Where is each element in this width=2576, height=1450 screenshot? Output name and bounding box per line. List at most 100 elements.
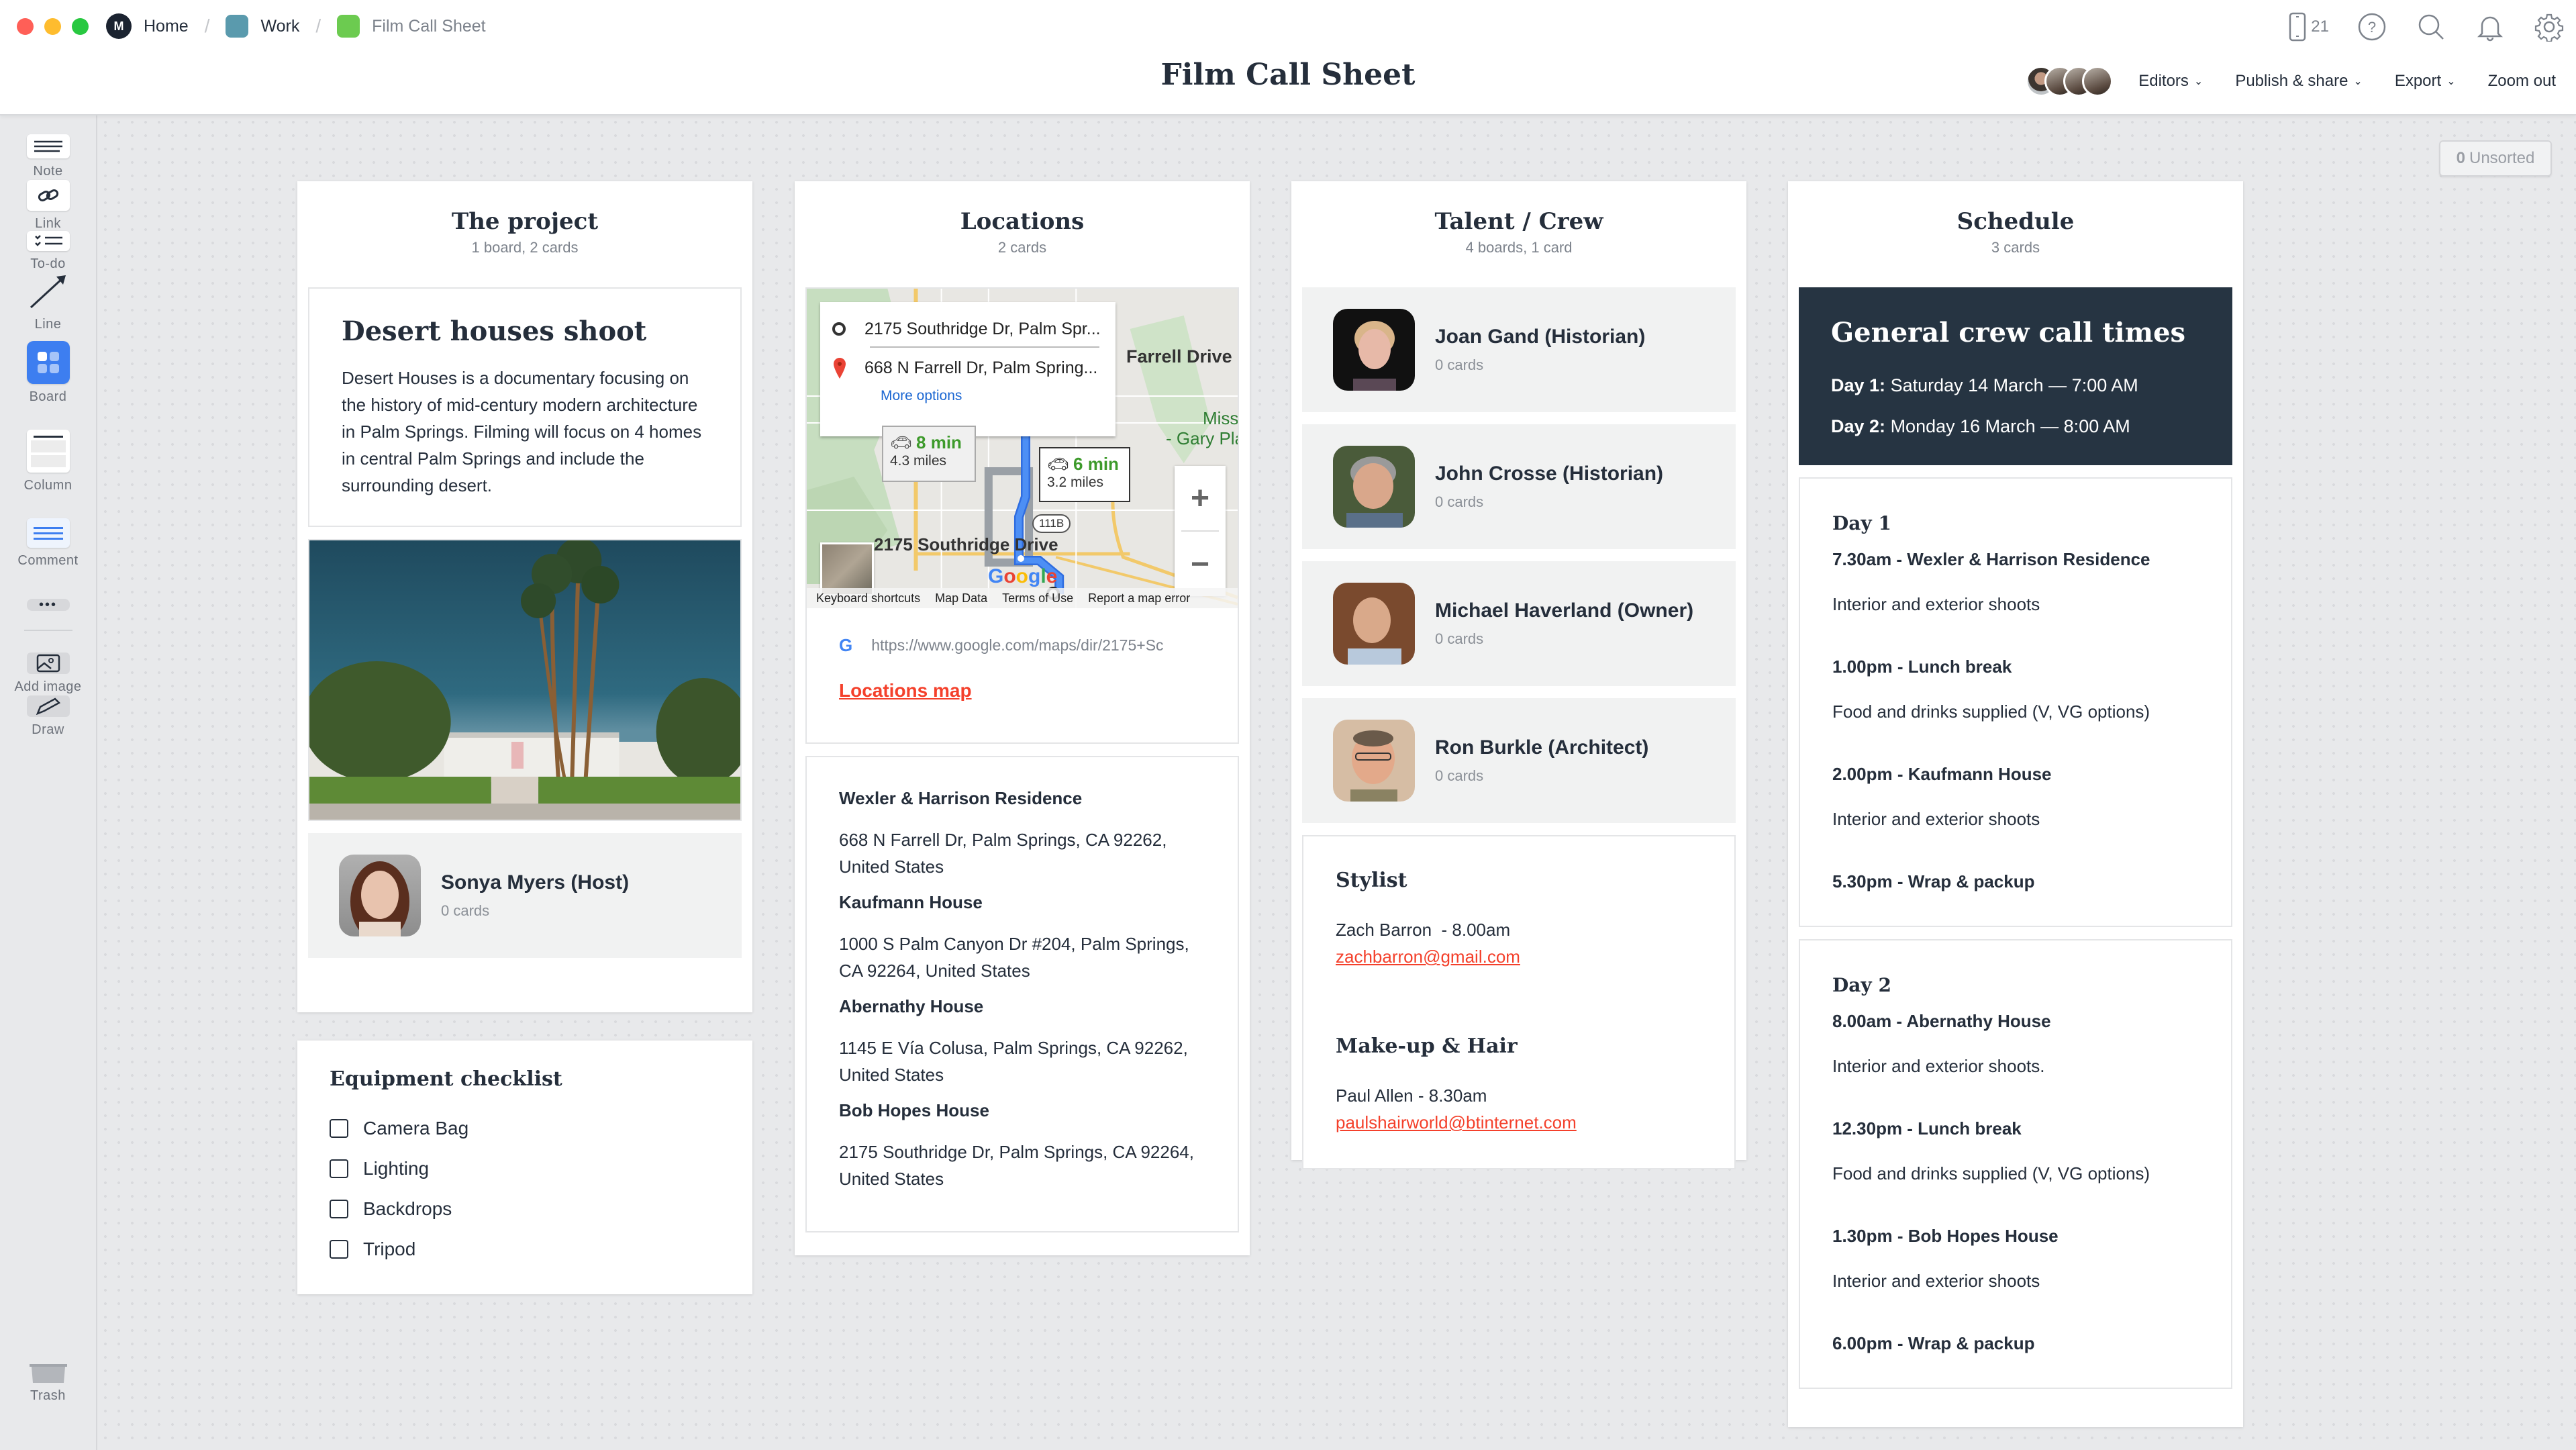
checklist-item[interactable]: Lighting [330, 1149, 720, 1189]
checkbox[interactable] [330, 1159, 348, 1178]
zoom-out-button[interactable]: Zoom out [2488, 72, 2556, 91]
call-day-value: Monday 16 March — 8:00 AM [1890, 416, 2130, 436]
zoom-out-label: Zoom out [2487, 72, 2556, 90]
tool-label: Add image [14, 679, 82, 694]
tool-column[interactable]: Column [0, 430, 96, 493]
settings-button[interactable] [2533, 11, 2565, 43]
column-locations[interactable]: Locations 2 cards 2175 Southridge Dr, Pa… [795, 181, 1250, 1255]
map-footer-link[interactable]: Keyboard shortcuts [816, 591, 920, 606]
board-icon [226, 15, 249, 38]
breadcrumb-work[interactable]: Work [226, 15, 299, 38]
schedule-entry-time: 2.00pm - Kaufmann House [1832, 764, 2052, 784]
window-minimize-button[interactable] [44, 18, 61, 35]
column-schedule[interactable]: Schedule 3 cards General crew call times… [1788, 181, 2243, 1427]
location-address: 668 N Farrell Dr, Palm Springs, CA 92262… [839, 830, 1167, 877]
tool-line[interactable]: Line [0, 271, 96, 332]
column-equipment-checklist[interactable]: Equipment checklist Camera Bag Lighting … [297, 1041, 752, 1294]
tool-board[interactable]: Board [0, 341, 96, 405]
search-button[interactable] [2415, 11, 2447, 43]
window-close-button[interactable] [17, 18, 34, 35]
editor-avatars[interactable] [2026, 66, 2114, 97]
checkbox[interactable] [330, 1240, 348, 1259]
tool-todo[interactable]: To-do [0, 231, 96, 272]
note-card[interactable]: Desert houses shoot Desert Houses is a d… [308, 287, 742, 527]
board-name: Sonya Myers (Host) [441, 871, 630, 893]
checklist-item[interactable]: Backdrops [330, 1189, 720, 1229]
call-day-label: Day 1: [1831, 375, 1886, 395]
tool-link[interactable]: Link [0, 180, 96, 232]
map-footer: Keyboard shortcuts Map Data Terms of Use… [807, 588, 1238, 608]
avatar [1333, 583, 1415, 665]
help-button[interactable]: ? [2356, 11, 2388, 43]
tool-more[interactable]: ••• [0, 598, 96, 612]
board-card-person[interactable]: John Crosse (Historian) 0 cards [1302, 424, 1736, 549]
column-talent-crew[interactable]: Talent / Crew 4 boards, 1 card Joan Gand… [1291, 181, 1746, 1169]
export-dropdown[interactable]: Export ⌄ [2395, 72, 2456, 91]
tool-comment[interactable]: Comment [0, 518, 96, 569]
breadcrumb-label: Home [144, 16, 189, 36]
board-name: John Crosse (Historian) [1435, 463, 1664, 485]
map-zoom-out-button[interactable]: − [1175, 532, 1226, 596]
search-icon [2418, 14, 2444, 40]
schedule-day-card[interactable]: Day 2 8.00am - Abernathy House Interior … [1799, 939, 2232, 1389]
map-embed[interactable]: 2175 Southridge Dr, Palm Spr... 668 N Fa… [807, 289, 1238, 608]
checkbox[interactable] [330, 1200, 348, 1218]
map-footer-link[interactable]: Map Data [935, 591, 987, 606]
schedule-entry-time: 12.30pm - Lunch break [1832, 1118, 2022, 1139]
route-origin[interactable]: 2175 Southridge Dr, Palm Spr... [864, 320, 1101, 339]
checklist-item[interactable]: Camera Bag [330, 1108, 720, 1149]
route-destination[interactable]: 668 N Farrell Dr, Palm Spring... [864, 358, 1097, 378]
notifications-button[interactable] [2474, 11, 2506, 43]
todo-card[interactable]: Equipment checklist Camera Bag Lighting … [297, 1041, 752, 1298]
link-title[interactable]: Locations map [839, 680, 972, 702]
crew-email-link[interactable]: zachbarron@gmail.com [1336, 947, 1520, 967]
tool-add-image[interactable]: Add image [0, 652, 96, 695]
breadcrumb-separator: / [204, 15, 210, 36]
location-name: Abernathy House [839, 996, 984, 1016]
map-footer-link[interactable]: Report a map error [1088, 591, 1190, 606]
mobile-devices-button[interactable]: 21 [2288, 12, 2329, 42]
header-actions: Editors ⌄ Publish & share ⌄ Export ⌄ Zoo… [2026, 66, 2556, 97]
route-badge-main[interactable]: 🚗︎ 6 min 3.2 miles [1039, 447, 1130, 502]
tool-note[interactable]: Note [0, 134, 96, 179]
checklist-item-label: Camera Bag [363, 1118, 469, 1139]
link-details[interactable]: G https://www.google.com/maps/dir/2175+S… [807, 608, 1238, 742]
link-card[interactable]: 2175 Southridge Dr, Palm Spr... 668 N Fa… [805, 287, 1239, 744]
schedule-day-card[interactable]: Day 1 7.30am - Wexler & Harrison Residen… [1799, 477, 2232, 927]
crew-note-card[interactable]: Stylist Zach Barron - 8.00am zachbarron@… [1302, 835, 1736, 1169]
more-options-link[interactable]: More options [820, 388, 1116, 404]
column-the-project[interactable]: The project 1 board, 2 cards Desert hous… [297, 181, 752, 1012]
image-icon [26, 652, 70, 674]
board-card-person[interactable]: Joan Gand (Historian) 0 cards [1302, 287, 1736, 412]
breadcrumb: M Home / Work / Film Call Sheet [106, 12, 486, 40]
board-name: Joan Gand (Historian) [1435, 326, 1646, 348]
unsorted-button[interactable]: 0 Unsorted [2439, 140, 2552, 177]
column-subtitle: 2 cards [997, 239, 1047, 256]
board-card-person[interactable]: Ron Burkle (Architect) 0 cards [1302, 698, 1736, 823]
publish-share-dropdown[interactable]: Publish & share ⌄ [2235, 72, 2363, 91]
image-card[interactable] [308, 539, 742, 821]
map-footer-link[interactable]: Terms of Use [1002, 591, 1073, 606]
trash-button[interactable]: Trash [0, 1364, 96, 1404]
crew-email-link[interactable]: paulshairworld@btinternet.com [1336, 1112, 1577, 1132]
board-card-host[interactable]: Sonya Myers (Host) 0 cards [308, 833, 742, 958]
editors-dropdown[interactable]: Editors ⌄ [2138, 72, 2203, 91]
checklist-item-label: Tripod [363, 1239, 416, 1259]
schedule-entry-time: 7.30am - Wexler & Harrison Residence [1832, 549, 2150, 569]
window-maximize-button[interactable] [72, 18, 89, 35]
checklist-item[interactable]: Tripod [330, 1229, 720, 1269]
breadcrumb-current[interactable]: Film Call Sheet [337, 15, 486, 38]
map-zoom-in-button[interactable]: + [1175, 466, 1226, 530]
location-name: Bob Hopes House [839, 1100, 989, 1120]
pencil-icon [26, 695, 70, 717]
board-card-person[interactable]: Michael Haverland (Owner) 0 cards [1302, 561, 1736, 686]
tool-draw[interactable]: Draw [0, 695, 96, 738]
locations-note-card[interactable]: Wexler & Harrison Residence 668 N Farrel… [805, 756, 1239, 1232]
route-badge-alt[interactable]: 🚗︎ 8 min 4.3 miles [882, 426, 976, 482]
checkbox[interactable] [330, 1119, 348, 1138]
call-times-card[interactable]: General crew call times Day 1: Saturday … [1799, 287, 2232, 465]
schedule-entry-desc: Interior and exterior shoots [1832, 594, 2040, 614]
breadcrumb-home[interactable]: M Home [106, 13, 189, 39]
column-header: Schedule 3 cards [1799, 181, 2232, 287]
unsorted-label: Unsorted [2469, 149, 2535, 167]
